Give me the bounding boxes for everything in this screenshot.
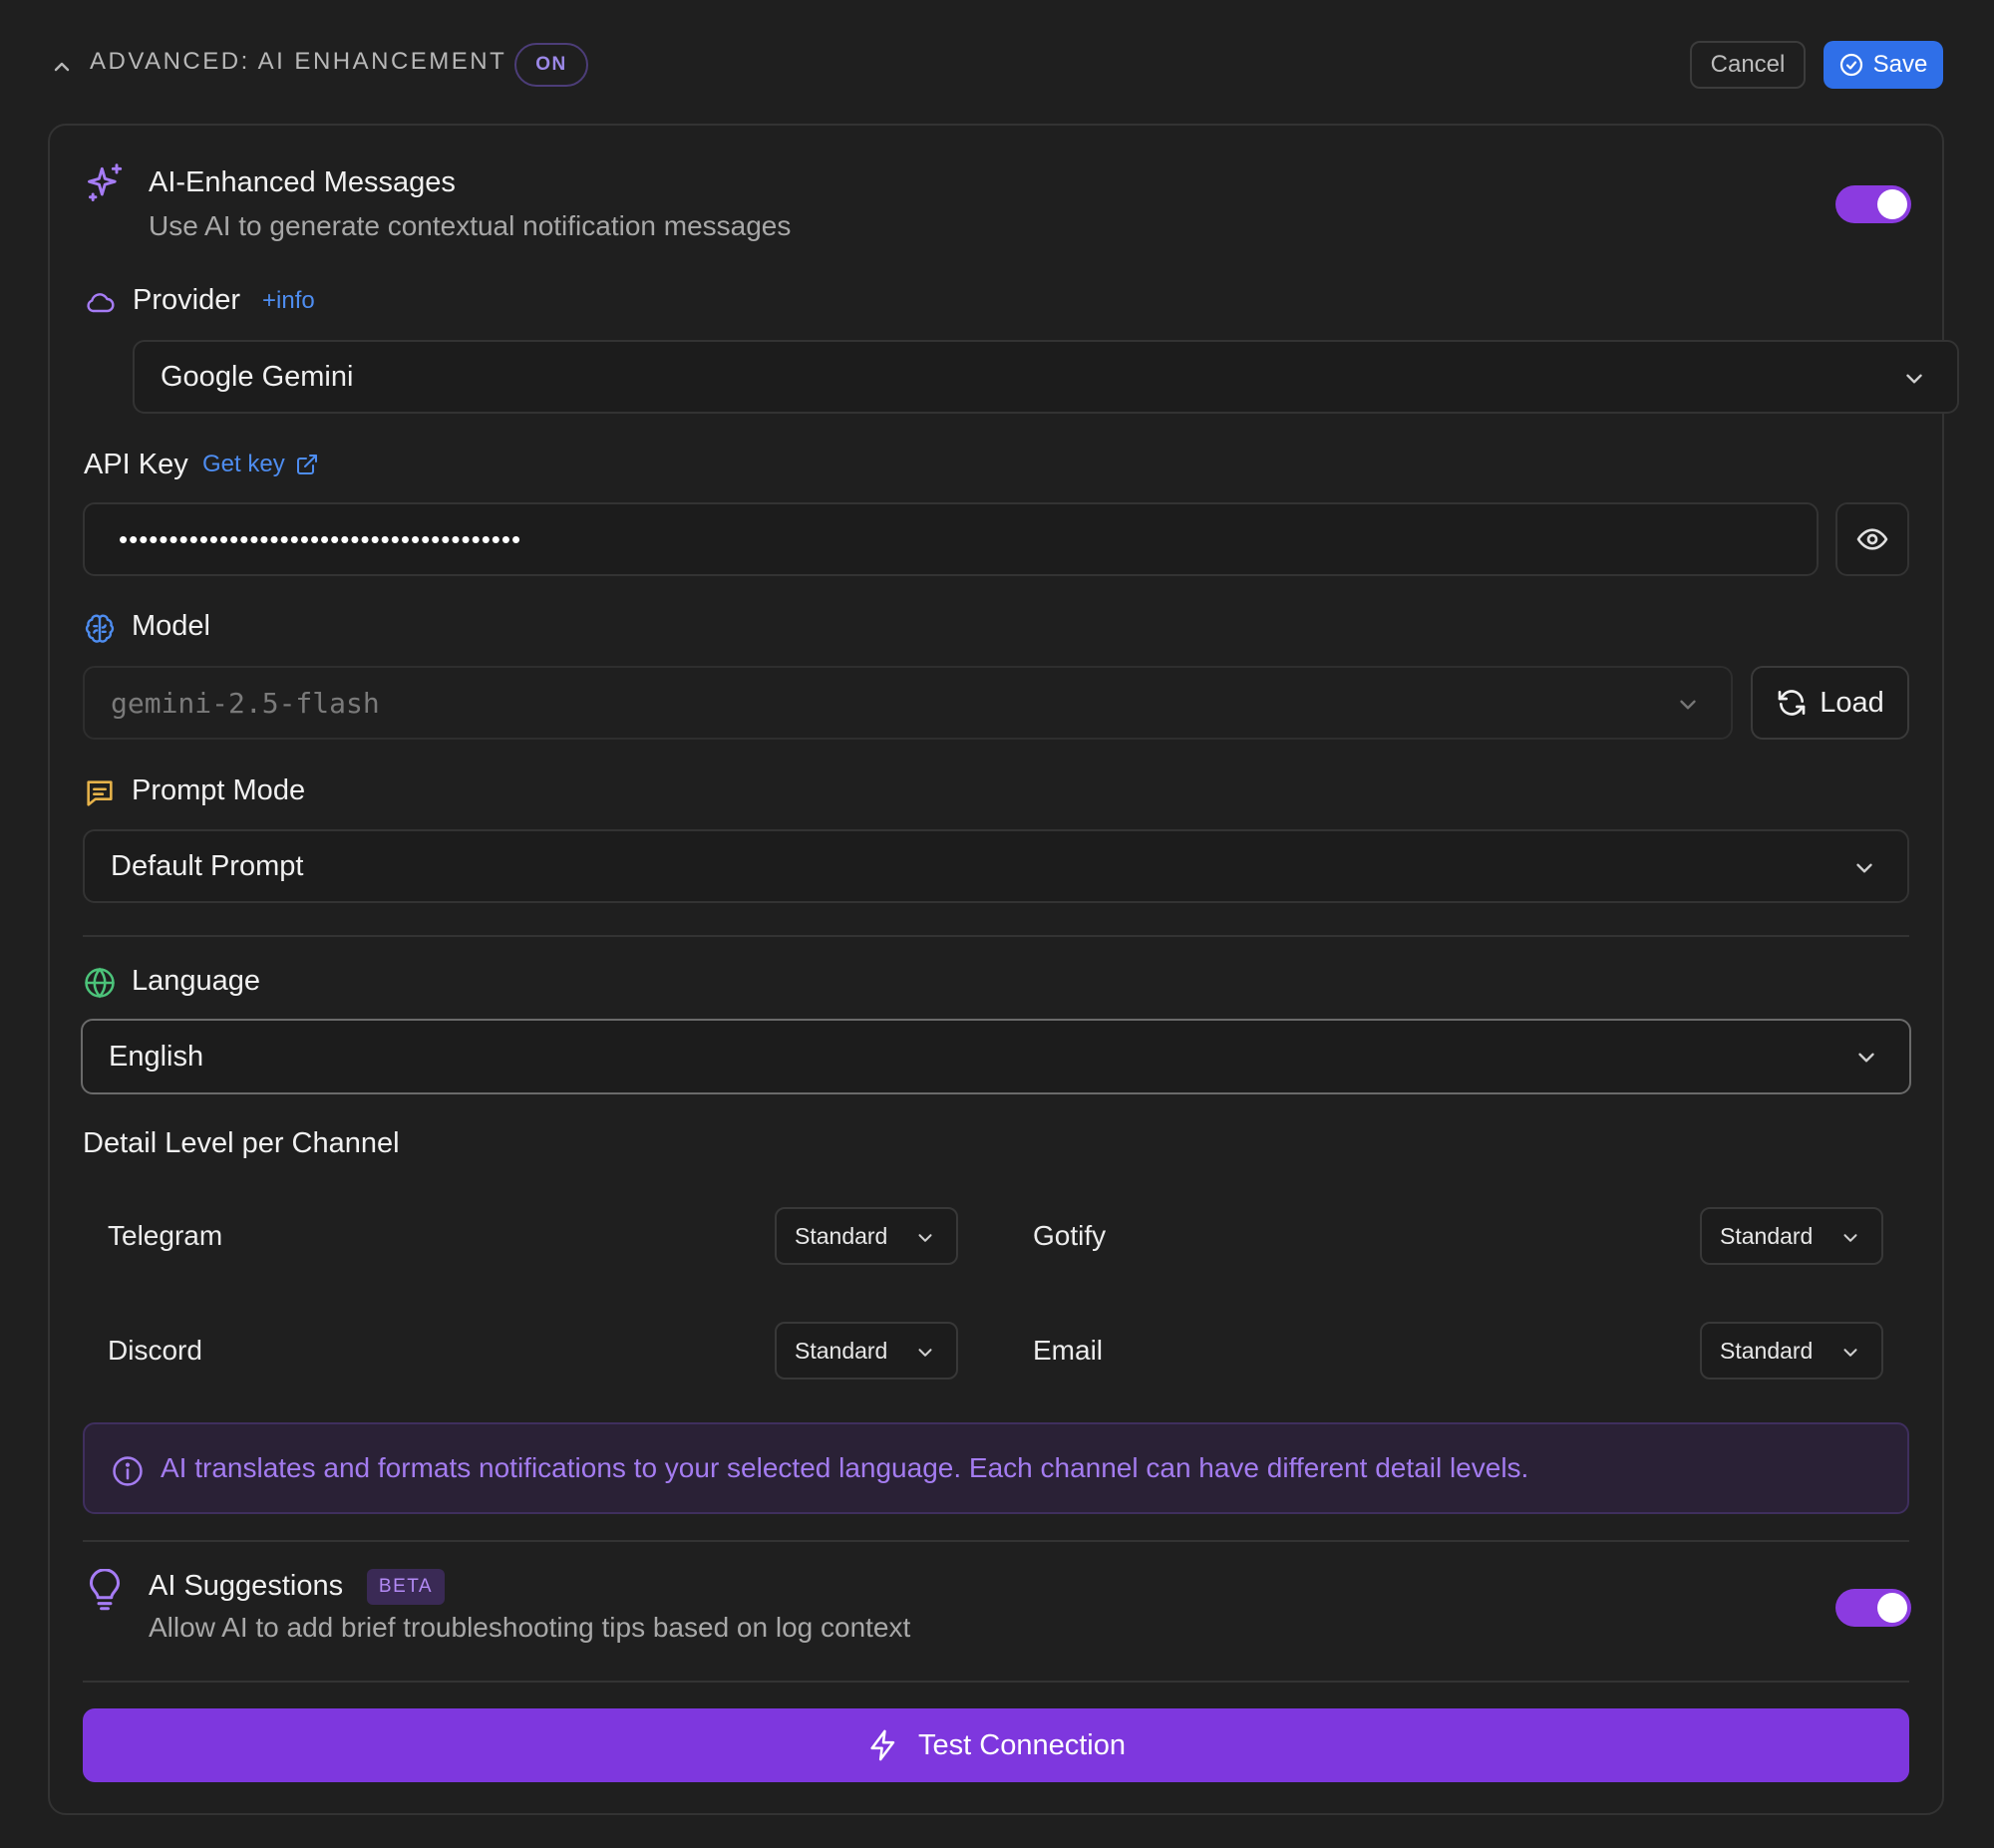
divider <box>83 1681 1909 1683</box>
divider <box>83 935 1909 937</box>
provider-info-link[interactable]: +info <box>262 287 315 315</box>
refresh-icon <box>1778 690 1806 716</box>
info-icon <box>113 1456 143 1486</box>
ai-messages-title: AI-Enhanced Messages <box>149 166 456 198</box>
prompt-mode-select-value: Default Prompt <box>111 849 304 882</box>
chevron-down-icon <box>1906 374 1922 384</box>
chevron-up-icon[interactable] <box>50 55 74 79</box>
ai-messages-toggle[interactable] <box>1835 185 1911 223</box>
provider-select[interactable]: Google Gemini <box>133 340 1959 414</box>
zap-icon <box>870 1729 895 1761</box>
detail-select-value: Standard <box>1720 1222 1814 1249</box>
message-square-icon <box>87 780 113 806</box>
prompt-mode-label: Prompt Mode <box>132 774 306 806</box>
chevron-down-icon <box>1843 1234 1857 1242</box>
language-select[interactable]: English <box>81 1019 1911 1094</box>
provider-label: Provider <box>133 284 240 316</box>
detail-select-discord[interactable]: Standard <box>775 1322 958 1380</box>
lightbulb-icon <box>89 1569 121 1611</box>
ai-suggestions-description: Allow AI to add brief troubleshooting ti… <box>149 1612 911 1643</box>
info-note: AI translates and formats notifications … <box>83 1422 1909 1514</box>
chevron-down-icon <box>1858 1053 1874 1063</box>
detail-select-email[interactable]: Standard <box>1700 1322 1883 1380</box>
channel-name-email: Email <box>1033 1335 1104 1366</box>
ai-messages-description: Use AI to generate contextual notificati… <box>149 210 792 241</box>
detail-select-gotify[interactable]: Standard <box>1700 1207 1883 1265</box>
model-label: Model <box>132 610 210 642</box>
get-key-link[interactable]: Get key <box>202 451 319 478</box>
detail-select-value: Standard <box>795 1337 888 1364</box>
chevron-down-icon <box>1856 863 1872 873</box>
ai-suggestions-toggle[interactable] <box>1835 1589 1911 1627</box>
toggle-knob <box>1877 189 1907 219</box>
api-key-label: API Key <box>84 449 188 480</box>
language-select-value: English <box>109 1040 204 1073</box>
chevron-down-icon <box>1680 700 1696 710</box>
detail-select-value: Standard <box>795 1222 888 1249</box>
chevron-down-icon <box>918 1349 932 1357</box>
info-note-text: AI translates and formats notifications … <box>161 1452 1529 1483</box>
channel-name-telegram: Telegram <box>108 1220 223 1251</box>
provider-select-value: Google Gemini <box>161 360 354 393</box>
load-button-label: Load <box>1820 686 1884 719</box>
section-header: ADVANCED: AI ENHANCEMENT ON Cancel Save <box>0 0 1994 130</box>
beta-badge: BETA <box>367 1569 445 1605</box>
model-select[interactable]: gemini-2.5-flash <box>83 666 1733 740</box>
check-circle-icon <box>1839 53 1862 77</box>
detail-select-telegram[interactable]: Standard <box>775 1207 958 1265</box>
save-button-label: Save <box>1872 51 1928 78</box>
model-select-value: gemini-2.5-flash <box>111 686 380 720</box>
external-link-icon <box>296 455 317 474</box>
ai-suggestions-title: AI Suggestions <box>149 1570 344 1602</box>
channel-name-discord: Discord <box>108 1335 202 1366</box>
api-key-input[interactable]: •••••••••••••••••••••••••••••••••••••••• <box>83 502 1819 576</box>
chevron-down-icon <box>1843 1349 1857 1357</box>
test-connection-label: Test Connection <box>918 1728 1126 1761</box>
sparkles-icon <box>88 163 123 201</box>
prompt-mode-select[interactable]: Default Prompt <box>83 829 1909 903</box>
channel-name-gotify: Gotify <box>1033 1220 1107 1251</box>
detail-select-value: Standard <box>1720 1337 1814 1364</box>
language-label: Language <box>132 965 261 997</box>
test-connection-button[interactable]: Test Connection <box>83 1708 1909 1782</box>
toggle-visibility-button[interactable] <box>1835 502 1909 576</box>
divider <box>83 1540 1909 1542</box>
ai-enhancement-panel: AI-Enhanced Messages Use AI to generate … <box>48 124 1959 1815</box>
eye-icon <box>1856 528 1888 550</box>
get-key-label: Get key <box>202 451 285 477</box>
chevron-down-icon <box>918 1234 932 1242</box>
brain-icon <box>85 614 115 643</box>
status-badge: ON <box>514 43 588 87</box>
load-models-button[interactable]: Load <box>1751 666 1909 740</box>
save-button[interactable]: Save <box>1824 41 1943 89</box>
cancel-button[interactable]: Cancel <box>1690 41 1806 89</box>
cloud-icon <box>87 293 115 313</box>
toggle-knob <box>1877 1593 1907 1623</box>
detail-level-heading: Detail Level per Channel <box>83 1127 400 1159</box>
globe-icon <box>85 967 115 999</box>
section-title: ADVANCED: AI ENHANCEMENT <box>90 48 507 75</box>
